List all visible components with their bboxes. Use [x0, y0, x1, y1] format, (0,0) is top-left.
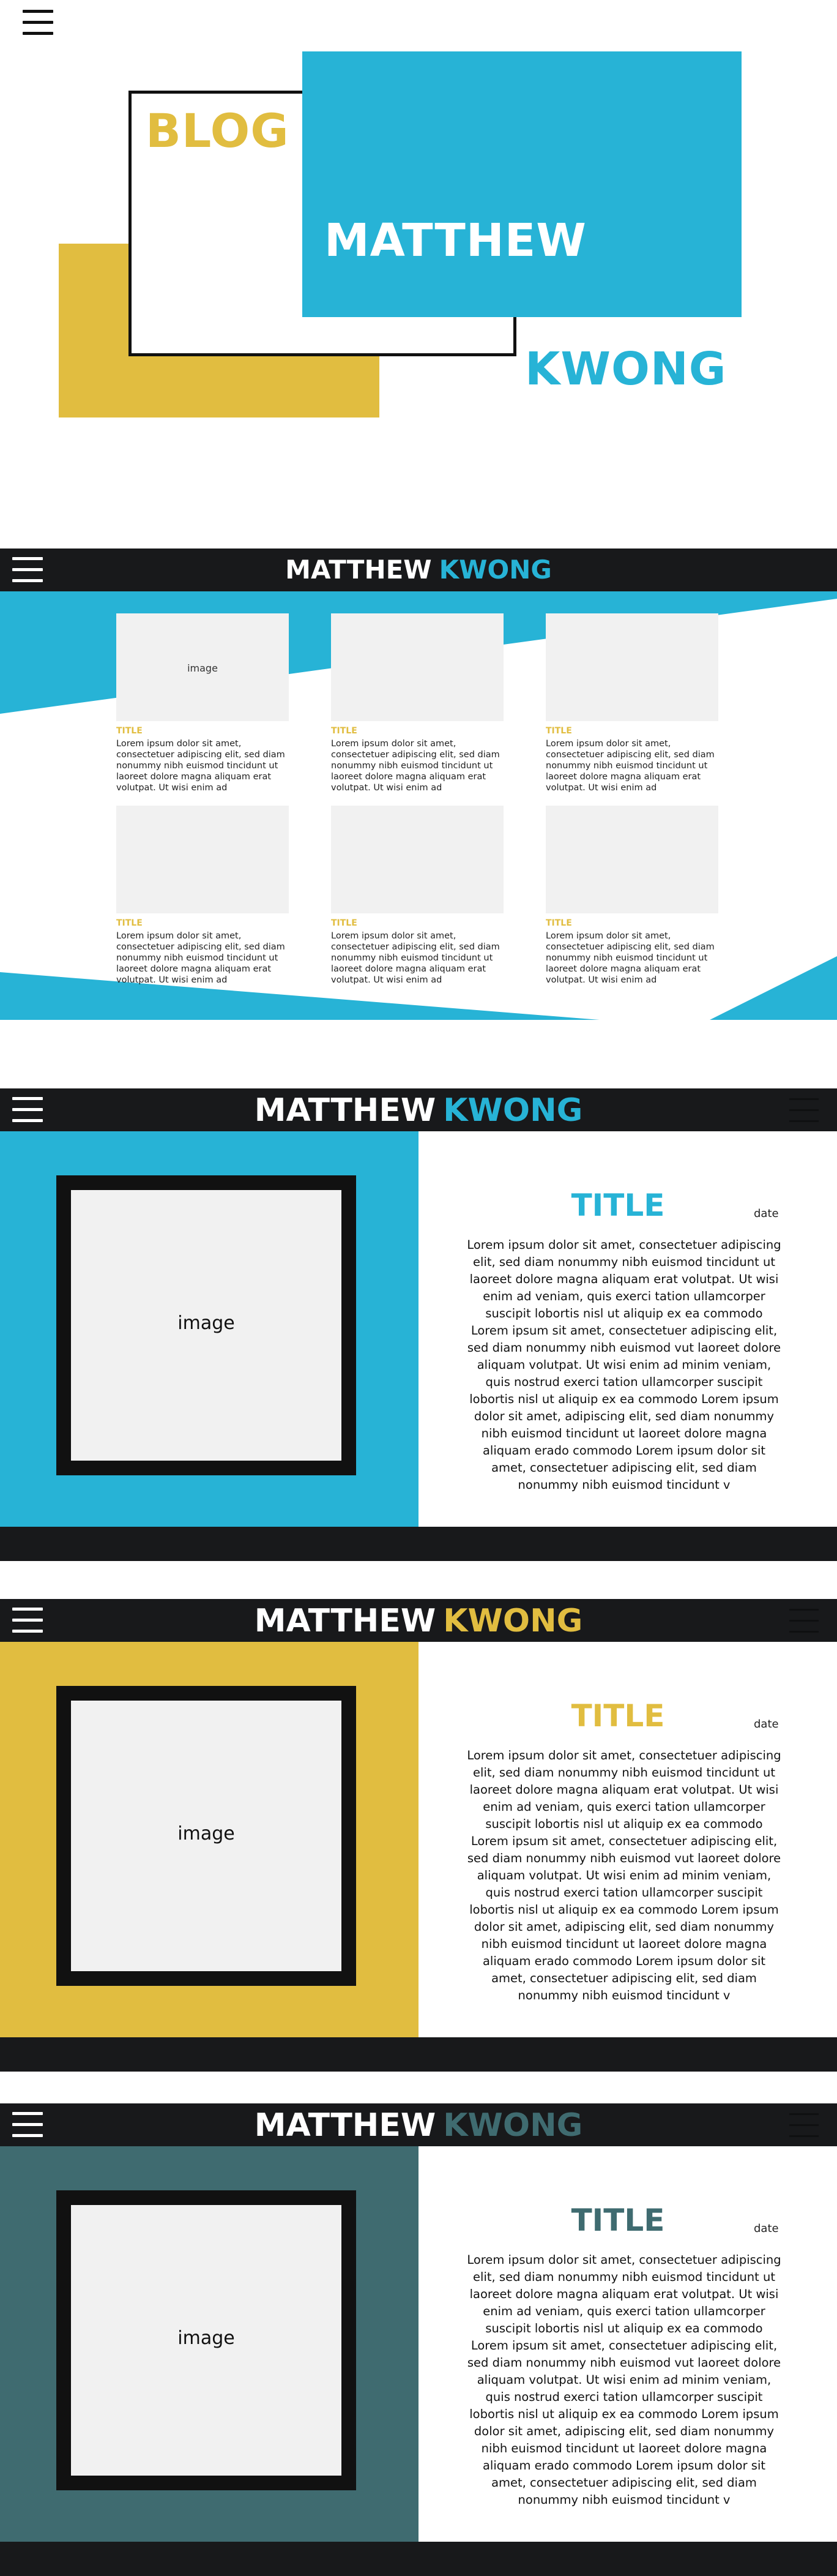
- blog-header-title: MATTHEW KWONG: [0, 555, 837, 585]
- header-last-name: KWONG: [439, 555, 552, 585]
- card-title[interactable]: TITLE: [331, 726, 357, 736]
- card-excerpt: Lorem ipsum dolor sit amet, consectetuer…: [116, 931, 285, 985]
- post-image[interactable]: image: [71, 1701, 341, 1971]
- header-last-name: KWONG: [443, 1092, 583, 1129]
- card-excerpt: Lorem ipsum dolor sit amet, consectetuer…: [331, 931, 500, 985]
- post-image[interactable]: image: [71, 2205, 341, 2476]
- card-excerpt: Lorem ipsum dolor sit amet, consectetuer…: [546, 739, 715, 793]
- post-body: Lorem ipsum dolor sit amet, consectetuer…: [467, 1748, 781, 2002]
- card-excerpt: Lorem ipsum dolor sit amet, consectetuer…: [546, 931, 715, 985]
- post-header-title: MATTHEW KWONG: [0, 1092, 837, 1129]
- header-first-name: MATTHEW: [254, 1603, 436, 1639]
- post-image-label: image: [177, 2327, 235, 2349]
- post-image[interactable]: image: [71, 1190, 341, 1461]
- header-first-name: MATTHEW: [254, 2107, 436, 2144]
- post-header-title: MATTHEW KWONG: [0, 1603, 837, 1639]
- hero-blue-block: [302, 51, 742, 317]
- post-title: TITLE: [571, 1698, 665, 1734]
- header-first-name: MATTHEW: [254, 1092, 436, 1129]
- card-title[interactable]: TITLE: [546, 918, 572, 928]
- post-image-frame: image: [56, 1686, 356, 1986]
- post-header-title: MATTHEW KWONG: [0, 2107, 837, 2144]
- card-title[interactable]: TITLE: [546, 726, 572, 736]
- card-excerpt: Lorem ipsum dolor sit amet, consectetuer…: [116, 739, 285, 793]
- card-image[interactable]: [331, 613, 504, 721]
- post-image-frame: image: [56, 1175, 356, 1475]
- post-footer-bar: [0, 2037, 837, 2072]
- post-date: date: [754, 1207, 779, 1220]
- card-image[interactable]: image: [116, 613, 289, 721]
- post-body: Lorem ipsum dolor sit amet, consectetuer…: [467, 1238, 781, 1492]
- menu-icon[interactable]: [23, 10, 53, 36]
- post-title: TITLE: [571, 2203, 665, 2238]
- post-footer-bar: [0, 1527, 837, 1561]
- post-image-label: image: [177, 1312, 235, 1334]
- post-footer-bar: [0, 2542, 837, 2576]
- post-image-label: image: [177, 1823, 235, 1844]
- card-title[interactable]: TITLE: [331, 918, 357, 928]
- card-image[interactable]: [546, 613, 718, 721]
- post-date: date: [754, 1718, 779, 1731]
- card-image[interactable]: [116, 806, 289, 913]
- header-last-name: KWONG: [443, 1603, 583, 1639]
- card-image[interactable]: [546, 806, 718, 913]
- post-body: Lorem ipsum dolor sit amet, consectetuer…: [467, 2253, 781, 2507]
- header-last-name: KWONG: [443, 2107, 583, 2144]
- post-title: TITLE: [571, 1188, 665, 1223]
- hero-first-name: MATTHEW: [324, 214, 587, 267]
- card-title[interactable]: TITLE: [116, 726, 143, 736]
- card-image[interactable]: [331, 806, 504, 913]
- header-first-name: MATTHEW: [285, 555, 432, 585]
- post-date: date: [754, 2222, 779, 2235]
- post-image-frame: image: [56, 2190, 356, 2490]
- hero-last-name: KWONG: [525, 343, 727, 395]
- card-title[interactable]: TITLE: [116, 918, 143, 928]
- card-excerpt: Lorem ipsum dolor sit amet, consectetuer…: [331, 739, 500, 793]
- card-image-label: image: [187, 662, 218, 674]
- hero-blog-label: BLOG: [146, 103, 289, 158]
